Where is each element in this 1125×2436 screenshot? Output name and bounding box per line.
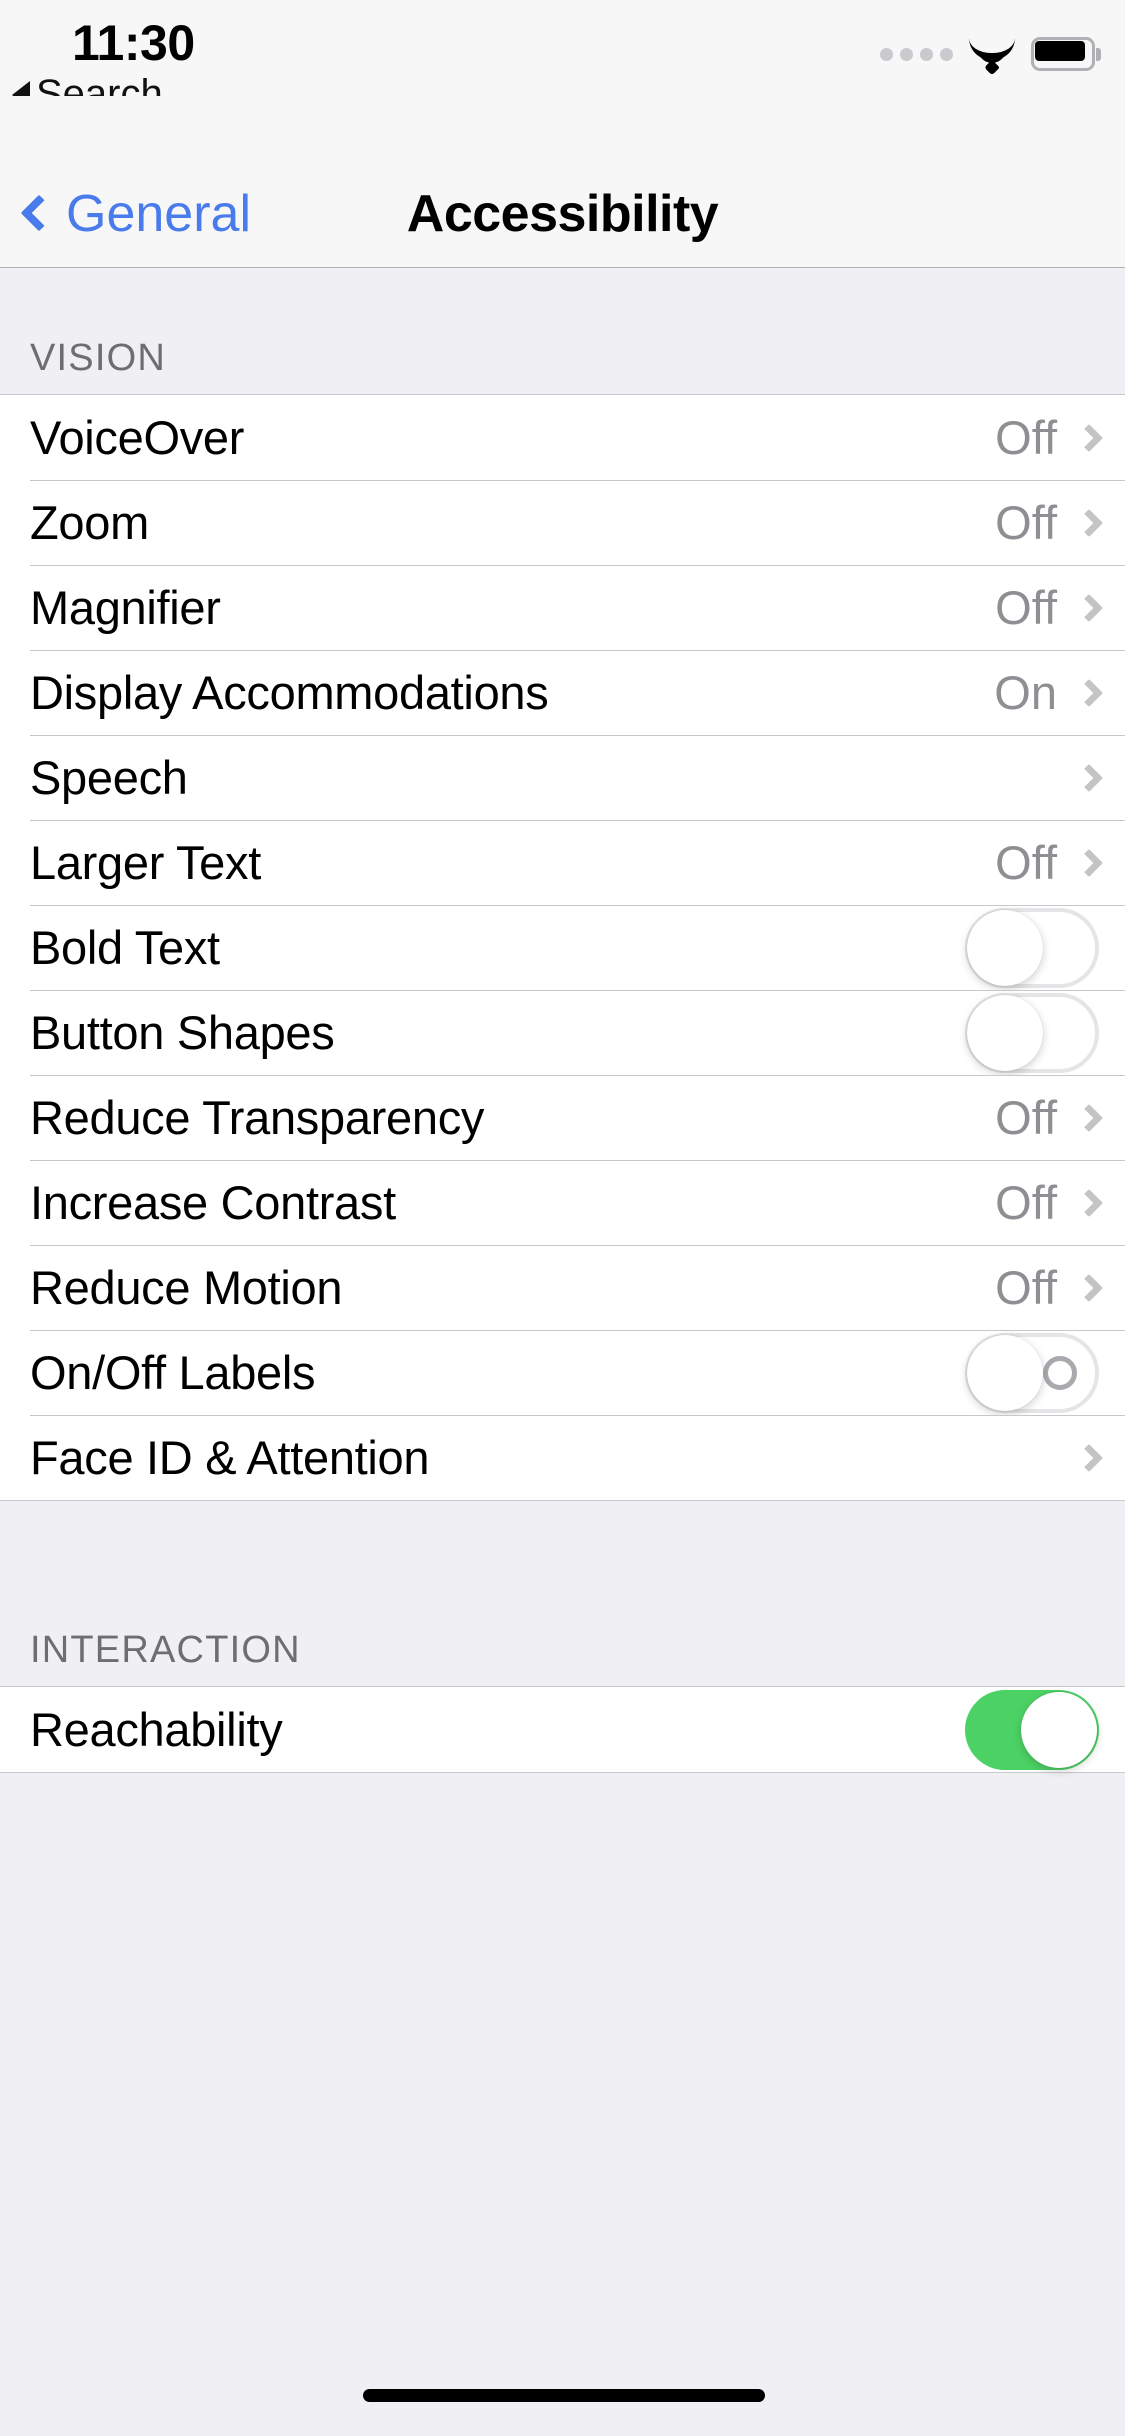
row-accessory: On bbox=[994, 665, 1104, 720]
page-title: Accessibility bbox=[406, 185, 719, 243]
row-bold-text[interactable]: Bold Text bbox=[0, 905, 1125, 990]
row-accessory: Off bbox=[995, 580, 1104, 635]
row-display-accommodations[interactable]: Display Accommodations On bbox=[0, 650, 1125, 735]
row-voiceover[interactable]: VoiceOver Off bbox=[0, 395, 1125, 480]
row-accessory: Off bbox=[995, 1090, 1104, 1145]
battery-full-icon bbox=[1031, 37, 1101, 71]
chevron-right-icon bbox=[1074, 1188, 1104, 1217]
toggle-bold-text[interactable] bbox=[965, 907, 1099, 988]
row-accessory: Off bbox=[995, 495, 1104, 550]
chevron-right-icon bbox=[1074, 593, 1104, 622]
toggle-on-off-labels[interactable] bbox=[965, 1332, 1099, 1413]
row-label: Reduce Transparency bbox=[30, 1091, 485, 1144]
row-label: Magnifier bbox=[30, 581, 221, 634]
row-label: Display Accommodations bbox=[30, 666, 549, 719]
iphone-screen: 11:30 Search General Accessibility VISIO… bbox=[0, 0, 1125, 2436]
row-label: Reduce Motion bbox=[30, 1261, 343, 1314]
section-header-interaction: INTERACTION bbox=[0, 1501, 1125, 1686]
row-zoom[interactable]: Zoom Off bbox=[0, 480, 1125, 565]
row-value: Off bbox=[995, 1176, 1057, 1229]
row-button-shapes[interactable]: Button Shapes bbox=[0, 990, 1125, 1075]
row-accessory: Off bbox=[995, 835, 1104, 890]
status-bar: 11:30 Search bbox=[0, 0, 1125, 116]
chevron-right-icon bbox=[1074, 678, 1104, 707]
row-accessory bbox=[965, 1689, 1099, 1770]
row-larger-text[interactable]: Larger Text Off bbox=[0, 820, 1125, 905]
row-value: Off bbox=[995, 411, 1057, 464]
toggle-knob bbox=[967, 994, 1043, 1071]
chevron-right-icon bbox=[1074, 848, 1104, 877]
row-on-off-labels[interactable]: On/Off Labels bbox=[0, 1330, 1125, 1415]
row-accessory bbox=[965, 1332, 1099, 1413]
row-increase-contrast[interactable]: Increase Contrast Off bbox=[0, 1160, 1125, 1245]
toggle-button-shapes[interactable] bbox=[965, 992, 1099, 1073]
row-value: Off bbox=[995, 1091, 1057, 1144]
row-label: On/Off Labels bbox=[30, 1346, 316, 1399]
signal-dots-icon bbox=[880, 47, 953, 61]
toggle-knob bbox=[967, 909, 1043, 986]
row-value: Off bbox=[995, 496, 1057, 549]
row-label: Face ID & Attention bbox=[30, 1431, 430, 1484]
row-accessory: Off bbox=[995, 1260, 1104, 1315]
row-accessory bbox=[965, 907, 1099, 988]
toggle-reachability[interactable] bbox=[965, 1689, 1099, 1770]
row-label: VoiceOver bbox=[30, 411, 245, 464]
status-bar-indicators bbox=[880, 36, 1101, 76]
chevron-right-icon bbox=[1074, 1103, 1104, 1132]
row-reduce-transparency[interactable]: Reduce Transparency Off bbox=[0, 1075, 1125, 1160]
row-label: Reachability bbox=[30, 1703, 283, 1756]
wifi-icon bbox=[969, 36, 1015, 76]
toggle-off-label-circle-icon bbox=[1043, 1355, 1077, 1390]
section-vision: VoiceOver Off Zoom Off Magnifier Off Dis… bbox=[0, 394, 1125, 1501]
row-accessory: Off bbox=[995, 1175, 1104, 1230]
navigation-bar: General Accessibility bbox=[0, 96, 1125, 268]
section-header-label: INTERACTION bbox=[30, 1629, 301, 1671]
row-label: Bold Text bbox=[30, 921, 220, 974]
row-label: Zoom bbox=[30, 496, 149, 549]
row-label: Speech bbox=[30, 751, 188, 804]
row-value: On bbox=[994, 666, 1057, 719]
row-value: Off bbox=[995, 836, 1057, 889]
chevron-right-icon bbox=[1074, 508, 1104, 537]
chevron-right-icon bbox=[1074, 1273, 1104, 1302]
row-reachability[interactable]: Reachability bbox=[0, 1687, 1125, 1772]
home-indicator[interactable] bbox=[363, 2389, 765, 2402]
section-header-vision: VISION bbox=[0, 268, 1125, 394]
row-magnifier[interactable]: Magnifier Off bbox=[0, 565, 1125, 650]
row-speech[interactable]: Speech bbox=[0, 735, 1125, 820]
settings-list[interactable]: VISION VoiceOver Off Zoom Off Magnifier bbox=[0, 268, 1125, 2436]
toggle-knob bbox=[1021, 1691, 1097, 1768]
toggle-knob bbox=[967, 1334, 1043, 1411]
row-accessory bbox=[1074, 1443, 1104, 1472]
chevron-right-icon bbox=[1074, 1443, 1104, 1472]
row-value: Off bbox=[995, 1261, 1057, 1314]
row-value: Off bbox=[995, 581, 1057, 634]
chevron-right-icon bbox=[1074, 423, 1104, 452]
section-interaction: Reachability bbox=[0, 1686, 1125, 1773]
row-label: Larger Text bbox=[30, 836, 261, 889]
row-accessory bbox=[965, 992, 1099, 1073]
status-bar-time: 11:30 bbox=[72, 15, 195, 71]
row-label: Button Shapes bbox=[30, 1006, 335, 1059]
row-accessory bbox=[1057, 763, 1104, 792]
row-label: Increase Contrast bbox=[30, 1176, 396, 1229]
row-reduce-motion[interactable]: Reduce Motion Off bbox=[0, 1245, 1125, 1330]
section-header-label: VISION bbox=[30, 337, 167, 379]
row-accessory: Off bbox=[995, 410, 1104, 465]
chevron-right-icon bbox=[1074, 763, 1104, 792]
row-face-id-attention[interactable]: Face ID & Attention bbox=[0, 1415, 1125, 1500]
